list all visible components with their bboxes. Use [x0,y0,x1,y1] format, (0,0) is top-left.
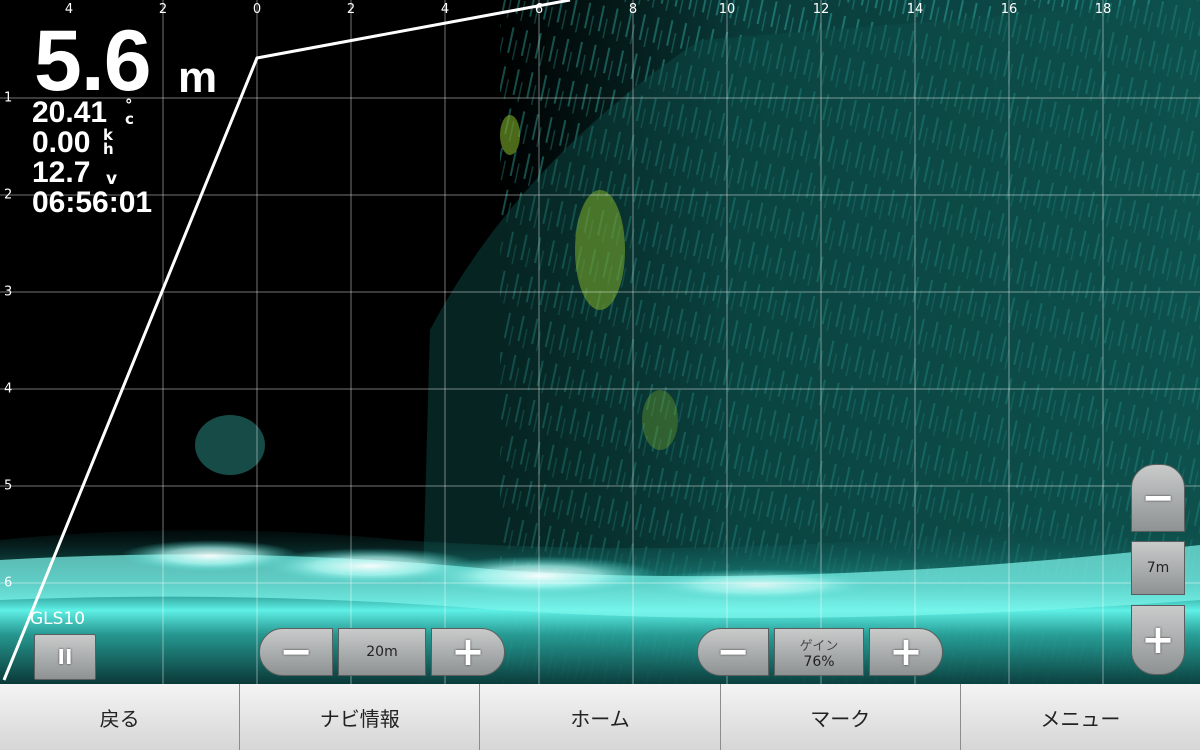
range-decrease-button[interactable]: − [259,628,333,676]
minus-icon: − [716,629,750,675]
gain-value-label: 76% [803,653,835,670]
range-increase-button[interactable]: + [431,628,505,676]
minus-icon: − [279,629,313,675]
depth-readout: 5.6 [34,13,152,109]
left-axis-tick: 4 [4,381,13,397]
zoom-decrease-button[interactable]: − [1131,464,1185,532]
top-axis-tick: 14 [906,2,924,17]
temperature-unit: ° c [125,98,134,128]
voltage-readout: 12.7 [32,156,91,189]
left-axis-tick: 5 [4,478,13,494]
pause-button[interactable]: II [34,634,96,680]
plus-icon: + [451,629,485,675]
nav-info-button[interactable]: ナビ情報 [239,684,480,750]
zoom-increase-button[interactable]: + [1131,605,1185,675]
transducer-label: GLS10 [30,609,86,629]
gain-label: ゲイン [799,638,839,654]
left-axis-tick: 6 [4,575,13,591]
temperature-unit-bottom: c [125,110,134,128]
top-axis-tick: 4 [440,2,450,17]
zoom-value-label: 7m [1146,560,1170,576]
time-readout: 06:56:01 [32,186,153,219]
voltage-unit: v [106,169,118,189]
plus-icon: + [1141,617,1175,663]
speed-unit-bottom: h [103,140,114,158]
nav-mark-button[interactable]: マーク [719,684,960,750]
top-axis-tick: 0 [252,2,262,17]
top-axis-tick: 2 [158,2,168,17]
top-axis-tick: 6 [534,2,544,17]
nav-menu-button[interactable]: メニュー [959,684,1200,750]
sonar-echo-canvas [0,0,1200,684]
gain-increase-button[interactable]: + [869,628,943,676]
left-axis-tick: 2 [4,187,13,203]
nav-home-button[interactable]: ホーム [479,684,720,750]
range-value-label: 20m [366,644,398,660]
sonar-display: 4 2 0 2 4 6 8 10 12 14 16 18 123456 5.6 m 20.41 ° c… [0,0,1200,684]
top-axis-tick: 8 [628,2,638,17]
top-axis-tick: 12 [812,2,830,17]
pause-icon: II [57,645,73,669]
speed-unit: k h [103,128,114,158]
zoom-value: 7m [1131,541,1185,595]
left-axis-tick: 3 [4,284,13,300]
range-value: 20m [338,628,426,676]
bottom-nav-bar: 戻る ナビ情報 ホーム マーク メニュー [0,684,1200,750]
speed-readout: 0.00 [32,126,91,159]
top-axis-tick: 18 [1094,2,1112,17]
minus-icon: − [1141,475,1175,521]
plus-icon: + [889,629,923,675]
depth-unit: m [178,53,218,102]
temperature-readout: 20.41 [32,96,108,129]
top-axis-tick: 2 [346,2,356,17]
gain-decrease-button[interactable]: − [697,628,769,676]
gain-value: ゲイン 76% [774,628,864,676]
top-axis-tick: 10 [718,2,736,17]
top-axis-tick: 16 [1000,2,1018,17]
nav-back-button[interactable]: 戻る [0,684,240,750]
left-axis-tick: 1 [4,90,13,106]
